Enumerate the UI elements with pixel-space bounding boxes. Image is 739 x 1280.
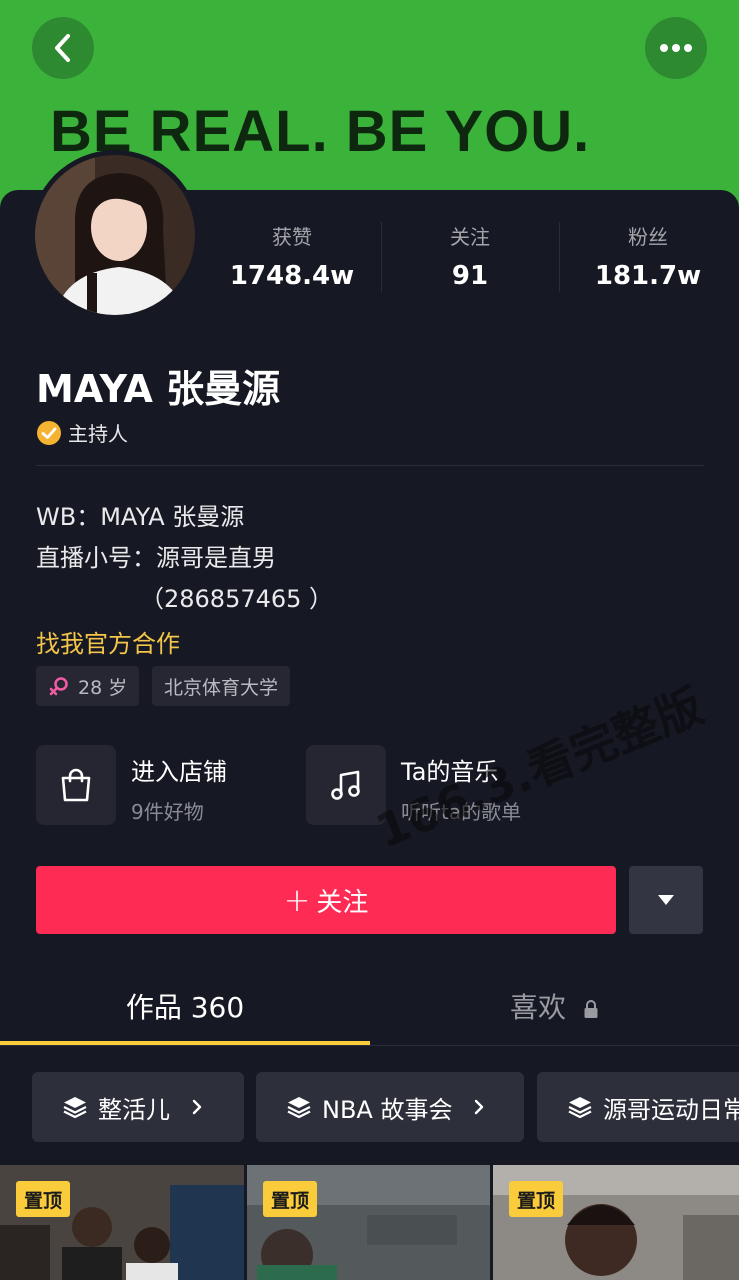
- chevron-right-icon: [192, 1099, 202, 1115]
- stat-following-label: 关注: [450, 225, 490, 249]
- more-options-button[interactable]: [645, 17, 707, 79]
- stat-likes-label: 获赞: [272, 225, 312, 249]
- pinned-badge: 置顶: [263, 1181, 318, 1217]
- chevron-left-icon: [55, 34, 70, 62]
- bio-line: WB：MAYA 张曼源: [36, 503, 245, 531]
- collection-chip-label: 源哥运动日常: [603, 1095, 739, 1124]
- cooperation-link[interactable]: 找我官方合作: [36, 624, 180, 659]
- chevron-right-icon: [475, 1099, 484, 1115]
- stat-followers[interactable]: 粉丝 181.7w: [559, 222, 737, 291]
- tab-likes[interactable]: 喜欢: [370, 986, 739, 1026]
- collection-chip[interactable]: 整活儿: [32, 1072, 244, 1142]
- stat-likes-value: 1748.4w: [229, 261, 355, 291]
- collection-chip-label: NBA 故事会: [322, 1095, 453, 1124]
- female-icon: [49, 677, 68, 696]
- avatar-photo: [35, 155, 195, 315]
- profile-name: MAYA 张曼源: [36, 367, 281, 411]
- stat-following[interactable]: 关注 91: [381, 222, 559, 291]
- tab-likes-label: 喜欢: [510, 991, 567, 1024]
- stat-likes[interactable]: 获赞 1748.4w: [203, 222, 381, 291]
- divider: [36, 465, 704, 466]
- tab-works[interactable]: 作品 360: [0, 986, 370, 1026]
- school-tag: 北京体育大学: [152, 666, 291, 706]
- collection-chip[interactable]: 源哥运动日常: [537, 1072, 739, 1142]
- age-tag: 28 岁: [36, 666, 140, 706]
- tabs-divider: [0, 1045, 739, 1046]
- layers-icon: [63, 1097, 87, 1119]
- verified-badge: 主持人: [36, 418, 128, 447]
- video-thumbnail[interactable]: 置顶: [247, 1165, 490, 1280]
- shopping-bag-icon: [61, 768, 91, 802]
- collection-chip[interactable]: NBA 故事会: [256, 1072, 524, 1142]
- avatar[interactable]: [30, 150, 200, 320]
- back-button[interactable]: [32, 17, 94, 79]
- ellipsis-icon: [660, 44, 692, 52]
- music-note-icon: [331, 770, 360, 800]
- age-tag-label: 28 岁: [78, 676, 128, 699]
- stat-followers-label: 粉丝: [628, 225, 668, 249]
- tab-works-label: 作品 360: [125, 991, 245, 1024]
- bio-line: 直播小号：源哥是直男: [36, 544, 276, 572]
- video-thumbnail[interactable]: 置顶: [493, 1165, 739, 1280]
- shop-entry-title[interactable]: 进入店铺: [131, 752, 227, 787]
- layers-icon: [568, 1097, 592, 1119]
- follow-button[interactable]: + 关注: [36, 866, 616, 934]
- verified-check-icon: [37, 420, 61, 445]
- caret-down-icon: [658, 895, 674, 905]
- school-tag-label: 北京体育大学: [164, 676, 279, 699]
- shop-entry-subtitle: 9件好物: [131, 800, 204, 824]
- verified-title: 主持人: [68, 422, 128, 446]
- collection-chip-label: 整活儿: [98, 1095, 170, 1124]
- lock-icon: [584, 1000, 598, 1018]
- video-thumbnail[interactable]: 置顶: [0, 1165, 244, 1280]
- follow-button-label: 关注: [316, 887, 369, 918]
- pinned-badge: 置顶: [509, 1181, 564, 1217]
- plus-icon: +: [283, 881, 311, 919]
- pinned-badge: 置顶: [16, 1181, 71, 1217]
- layers-icon: [287, 1097, 311, 1119]
- stat-followers-value: 181.7w: [594, 261, 702, 291]
- stat-following-value: 91: [451, 261, 489, 291]
- recommend-dropdown-button[interactable]: [629, 866, 703, 934]
- shop-entry-icon[interactable]: [36, 745, 116, 825]
- bio-line: （286857465 ）: [140, 585, 334, 613]
